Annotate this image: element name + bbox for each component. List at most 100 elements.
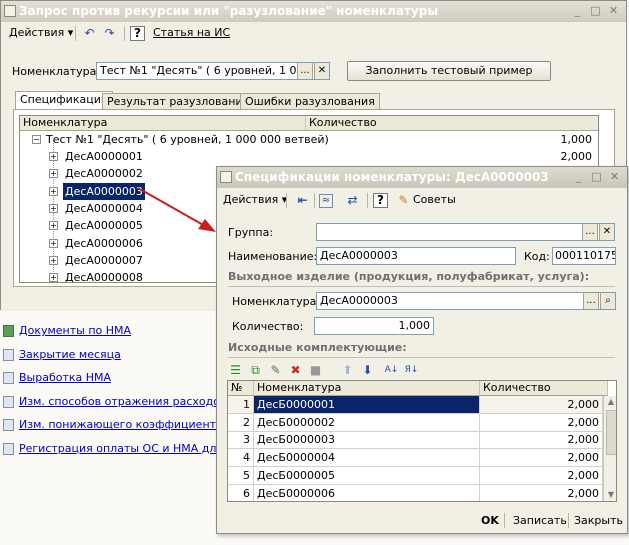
tree-item-name: ДесА0000001 — [65, 150, 143, 163]
side-link[interactable]: Закрытие месяца — [3, 348, 218, 363]
expand-icon[interactable]: + — [49, 273, 58, 282]
row-number: 2 — [228, 413, 254, 432]
move-up-icon[interactable]: ⬆ — [339, 362, 356, 379]
actions-menu[interactable]: Действия ▾ — [9, 26, 73, 40]
tips-icon[interactable]: ✎ — [395, 192, 412, 209]
col-quantity[interactable]: Количество — [480, 381, 608, 396]
dialog-close-button[interactable]: ✕ — [606, 169, 623, 185]
dialog-maximize-button[interactable]: □ — [588, 169, 605, 185]
end-edit-icon[interactable]: ■ — [307, 362, 324, 379]
sort-asc-icon[interactable]: A↓ — [383, 362, 400, 379]
redo-icon[interactable]: ↷ — [101, 25, 118, 42]
group-label: Группа: — [228, 226, 274, 239]
side-link[interactable]: Изм. способов отражения расходов п — [3, 395, 218, 410]
side-link[interactable]: Документы по НМА — [3, 324, 218, 339]
close-button[interactable]: ✕ — [605, 3, 622, 19]
clear-button[interactable]: ✕ — [314, 63, 329, 79]
output-select-button[interactable]: ... — [583, 293, 599, 309]
output-nomenclature-field[interactable]: ДесА0000003 ... ⌕ — [316, 292, 616, 310]
expand-icon[interactable]: + — [49, 152, 58, 161]
document-icon — [3, 348, 14, 361]
structure-icon[interactable]: ≈ — [319, 194, 333, 208]
close-dialog-button[interactable]: Закрыть — [574, 514, 623, 528]
tree-row[interactable]: + ДесА0000001 2,000 — [20, 148, 598, 165]
row-number: 1 — [228, 396, 254, 414]
refresh-icon[interactable]: ⇄ — [344, 192, 361, 209]
section-divider — [228, 286, 615, 287]
table-row[interactable]: 6 ДесБ0000006 2,000 — [228, 484, 603, 501]
sort-desc-icon[interactable]: Я↓ — [403, 362, 420, 379]
side-link[interactable]: Выработка НМА — [3, 371, 218, 386]
col-nomenclature[interactable]: Номенклатура — [254, 381, 480, 396]
dialog-actions-menu[interactable]: Действия ▾ — [223, 193, 287, 207]
group-clear-button[interactable]: ✕ — [599, 224, 614, 240]
help-icon[interactable]: ? — [373, 193, 388, 208]
save-button[interactable]: Записать — [513, 514, 567, 528]
move-left-icon[interactable]: ⇤ — [294, 192, 311, 209]
table-row[interactable]: 3 ДесБ0000003 2,000 — [228, 431, 603, 450]
col-number[interactable]: № — [228, 381, 254, 396]
collapse-icon[interactable]: − — [32, 135, 41, 144]
scroll-up-button[interactable]: ▲ — [605, 397, 616, 409]
components-table[interactable]: № Номенклатура Количество 1 ДесБ0000001 2,… — [227, 380, 617, 502]
scroll-down-button[interactable]: ▼ — [605, 490, 616, 501]
output-section-heading: Выходное изделие (продукция, полуфабрика… — [228, 270, 590, 283]
toolbar-separator — [75, 26, 76, 41]
tab-result[interactable]: Результат разузлования — [102, 93, 255, 110]
tree-col-quantity[interactable]: Количество — [306, 116, 598, 131]
minimize-button[interactable]: _ — [569, 3, 586, 19]
edit-row-icon[interactable]: ✎ — [267, 362, 284, 379]
table-scrollbar[interactable]: ▲ ▼ — [603, 396, 616, 501]
side-link-label: Изм. способов отражения расходов п — [19, 394, 218, 408]
expand-icon[interactable]: + — [49, 203, 58, 213]
row-number: 6 — [228, 484, 254, 501]
quantity-field[interactable]: 1,000 — [314, 317, 434, 335]
tab-specifications[interactable]: Спецификации — [15, 91, 113, 110]
toolbar-separator — [367, 193, 368, 208]
expand-icon[interactable]: + — [49, 238, 58, 248]
expand-icon[interactable]: + — [49, 221, 58, 231]
nomenclature-field[interactable]: Тест №1 "Десять" ( 6 уровней, 1 000 000 … — [96, 62, 330, 80]
expand-icon[interactable]: + — [49, 255, 58, 265]
quantity-label: Количество: — [232, 320, 304, 333]
document-icon — [3, 372, 14, 385]
fill-test-example-button[interactable]: Заполнить тестовый пример — [347, 61, 551, 81]
add-row-icon[interactable]: ☰ — [227, 362, 244, 379]
table-row[interactable]: 2 ДесБ0000002 2,000 — [228, 413, 603, 432]
ok-button[interactable]: OK — [481, 514, 499, 528]
tips-button[interactable]: Советы — [413, 193, 456, 207]
tab-errors[interactable]: Ошибки разузлования — [240, 93, 380, 110]
table-row[interactable]: 1 ДесБ0000001 2,000 — [228, 396, 603, 414]
scroll-thumb[interactable] — [606, 410, 616, 455]
table-row[interactable]: 5 ДесБ0000005 2,000 — [228, 466, 603, 485]
table-row[interactable]: 4 ДесБ0000004 2,000 — [228, 449, 603, 468]
code-label: Код: — [524, 250, 550, 263]
tree-root-row[interactable]: − Тест №1 "Десять" ( 6 уровней, 1 000 00… — [20, 131, 598, 148]
tree-col-nomenclature[interactable]: Номенклатура — [20, 116, 306, 131]
help-icon[interactable]: ? — [130, 26, 145, 41]
name-field[interactable]: ДесА0000003 — [316, 247, 516, 265]
expand-icon[interactable]: + — [49, 186, 58, 196]
undo-icon[interactable]: ↶ — [81, 25, 98, 42]
app-icon — [4, 5, 16, 17]
maximize-button[interactable]: □ — [587, 3, 604, 19]
copy-row-icon[interactable]: ⧉ — [247, 362, 264, 379]
tree-item-qty: 2,000 — [560, 150, 593, 163]
dialog-minimize-button[interactable]: _ — [570, 169, 587, 185]
move-down-icon[interactable]: ⬇ — [359, 362, 376, 379]
group-field[interactable]: ... ✕ — [316, 223, 615, 241]
select-button[interactable]: ... — [297, 63, 313, 79]
document-icon — [3, 443, 14, 455]
delete-row-icon[interactable]: ✖ — [287, 362, 304, 379]
tree-root-name: Тест №1 "Десять" ( 6 уровней, 1 000 000 … — [46, 133, 329, 146]
side-link-label: Изм. понижающего коэффициента НМ — [19, 418, 218, 432]
output-search-icon[interactable]: ⌕ — [600, 293, 615, 309]
code-field[interactable]: 000110175 — [552, 247, 616, 265]
row-nomenclature: ДесБ0000004 — [254, 449, 480, 468]
tree-item-name: ДесА0000008 — [65, 271, 143, 283]
side-link[interactable]: Изм. понижающего коэффициента НМ — [3, 418, 218, 433]
group-select-button[interactable]: ... — [582, 224, 598, 240]
article-link[interactable]: Статья на ИС — [153, 26, 230, 40]
expand-icon[interactable]: + — [49, 169, 58, 179]
side-link[interactable]: Регистрация оплаты ОС и НМА для УС — [3, 442, 218, 457]
